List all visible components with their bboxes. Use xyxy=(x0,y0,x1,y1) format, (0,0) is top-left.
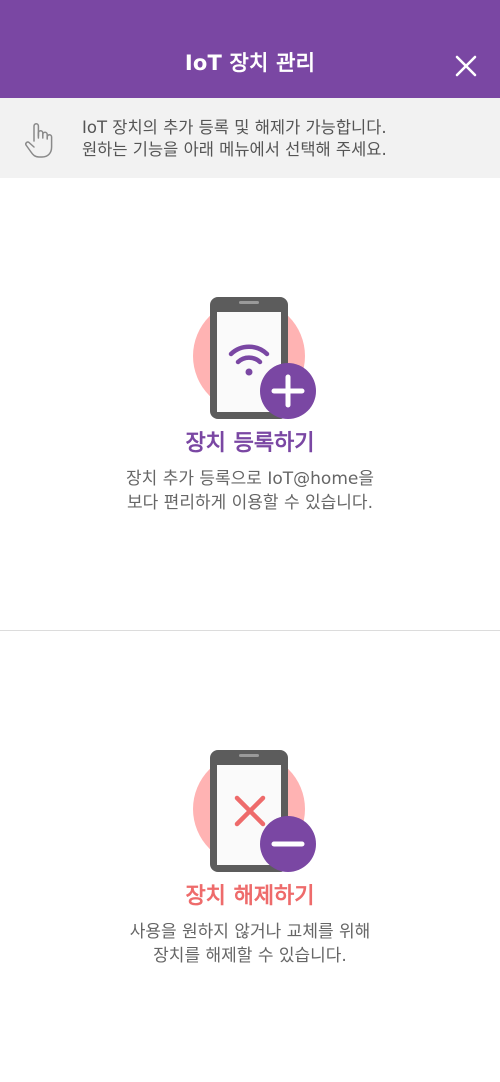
remove-device-title: 장치 해제하기 xyxy=(185,884,315,909)
add-device-title: 장치 등록하기 xyxy=(185,431,315,456)
remove-device-description: 사용을 원하지 않거나 교체를 위해 장치를 해제할 수 있습니다. xyxy=(0,920,500,968)
close-button[interactable] xyxy=(448,48,484,84)
info-line-2: 원하는 기능을 아래 메뉴에서 선택해 주세요. xyxy=(82,140,387,159)
phone-remove-icon xyxy=(193,750,316,872)
app-header: IoT 장치 관리 xyxy=(0,0,500,98)
add-device-desc-line-2: 보다 편리하게 이용할 수 있습니다. xyxy=(127,493,373,513)
page-title: IoT 장치 관리 xyxy=(184,51,316,75)
info-line-1: IoT 장치의 추가 등록 및 해제가 가능합니다. xyxy=(82,118,387,137)
close-icon xyxy=(455,55,477,77)
phone-wifi-add-icon xyxy=(193,297,316,419)
add-device-desc-line-1: 장치 추가 등록으로 IoT@home을 xyxy=(126,469,374,489)
remove-device-desc-line-1: 사용을 원하지 않거나 교체를 위해 xyxy=(129,922,371,942)
add-device-description: 장치 추가 등록으로 IoT@home을 보다 편리하게 이용할 수 있습니다. xyxy=(0,467,500,515)
hand-pointer-icon xyxy=(25,123,53,158)
remove-device-desc-line-2: 장치를 해제할 수 있습니다. xyxy=(153,946,347,966)
info-text: IoT 장치의 추가 등록 및 해제가 가능합니다. 원하는 기능을 아래 메뉴… xyxy=(82,117,387,161)
